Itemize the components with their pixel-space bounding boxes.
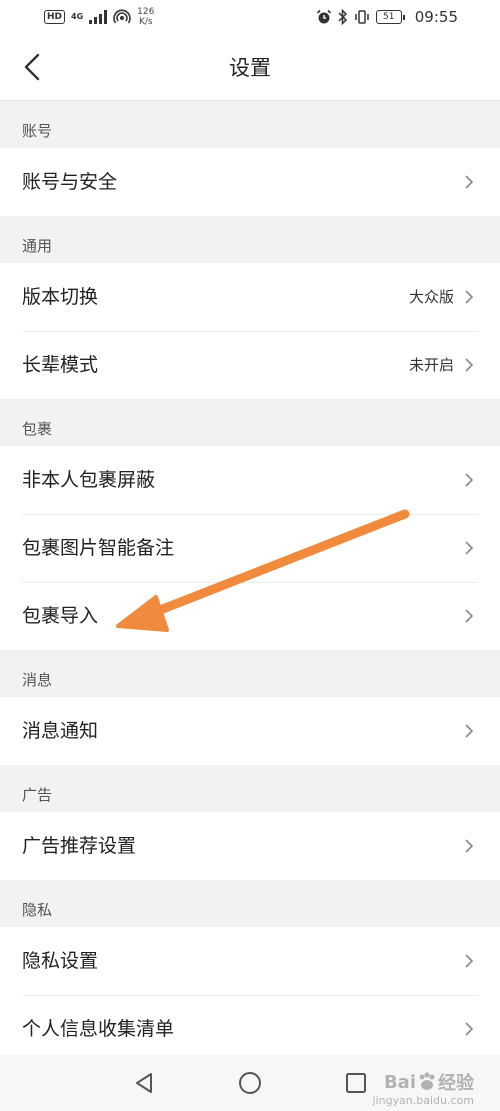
settings-item-ad-recommendation[interactable]: 广告推荐设置 — [0, 812, 500, 880]
chevron-right-icon — [465, 839, 474, 853]
status-bar-left: HD 4G 126 K/s — [44, 5, 154, 29]
watermark-brand: Bai — [383, 1071, 416, 1093]
page-title: 设置 — [229, 56, 271, 80]
settings-item-package-image-notes[interactable]: 包裹图片智能备注 — [0, 514, 500, 582]
status-bar-right: 51 09:55 — [316, 5, 458, 29]
section-header-account: 账号 — [0, 101, 500, 148]
settings-item-package-import[interactable]: 包裹导入 — [0, 582, 500, 650]
settings-item-label: 非本人包裹屏蔽 — [22, 469, 156, 491]
section-header-ads: 广告 — [0, 765, 500, 812]
settings-item-privacy-settings[interactable]: 隐私设置 — [0, 927, 500, 995]
baidu-watermark: Bai 经验 jingyan.baidu.com — [372, 1067, 474, 1108]
settings-item-value: 未开启 — [408, 356, 454, 374]
hd-badge: HD — [44, 10, 66, 24]
settings-item-block-others-packages[interactable]: 非本人包裹屏蔽 — [0, 446, 500, 514]
chevron-right-icon — [465, 290, 474, 304]
settings-item-label: 账号与安全 — [22, 171, 118, 193]
watermark-url: jingyan.baidu.com — [372, 1094, 474, 1107]
alarm-icon — [316, 9, 331, 24]
chevron-right-icon — [465, 724, 474, 738]
settings-item-label: 隐私设置 — [22, 950, 99, 972]
network-speed: 126 K/s — [137, 7, 155, 27]
network-type: 4G — [71, 12, 84, 21]
settings-item-label: 个人信息收集清单 — [22, 1018, 175, 1040]
settings-item-version-switch[interactable]: 版本切换 大众版 — [0, 263, 500, 331]
settings-item-label: 包裹图片智能备注 — [22, 537, 175, 559]
status-time: 09:55 — [414, 8, 458, 26]
signal-icon — [89, 10, 108, 24]
settings-item-label: 长辈模式 — [22, 354, 99, 376]
vibrate-icon — [355, 10, 369, 24]
chevron-right-icon — [465, 175, 474, 189]
settings-item-label: 广告推荐设置 — [22, 835, 137, 857]
section-header-package: 包裹 — [0, 399, 500, 446]
settings-item-label: 消息通知 — [22, 720, 99, 742]
chevron-right-icon — [465, 473, 474, 487]
section-header-general: 通用 — [0, 216, 500, 263]
bluetooth-icon — [338, 9, 347, 25]
settings-list: 账号 账号与安全 通用 版本切换 大众版 长辈模式 未开启 包裹 非本人包裹屏蔽… — [0, 101, 500, 1063]
recents-square-icon[interactable] — [342, 1069, 370, 1097]
chevron-right-icon — [465, 1022, 474, 1036]
paw-icon — [419, 1072, 435, 1090]
settings-item-label: 包裹导入 — [22, 605, 99, 627]
settings-item-account-security[interactable]: 账号与安全 — [0, 148, 500, 216]
settings-item-value: 大众版 — [408, 288, 454, 306]
hotspot-icon — [113, 9, 131, 24]
chevron-right-icon — [465, 358, 474, 372]
watermark-suffix: 经验 — [438, 1073, 474, 1094]
settings-item-message-notifications[interactable]: 消息通知 — [0, 697, 500, 765]
settings-item-label: 版本切换 — [22, 286, 99, 308]
chevron-right-icon — [465, 541, 474, 555]
settings-item-elder-mode[interactable]: 长辈模式 未开启 — [0, 331, 500, 399]
section-header-privacy: 隐私 — [0, 880, 500, 927]
chevron-right-icon — [465, 609, 474, 623]
status-bar: HD 4G 126 K/s 51 09:55 — [0, 0, 500, 34]
app-header: 设置 — [0, 34, 500, 101]
battery-icon: 51 — [375, 10, 405, 24]
settings-item-personal-info-list[interactable]: 个人信息收集清单 — [0, 995, 500, 1063]
home-circle-icon[interactable] — [236, 1069, 264, 1097]
section-header-messages: 消息 — [0, 650, 500, 697]
chevron-right-icon — [465, 954, 474, 968]
back-triangle-icon[interactable] — [130, 1069, 158, 1097]
